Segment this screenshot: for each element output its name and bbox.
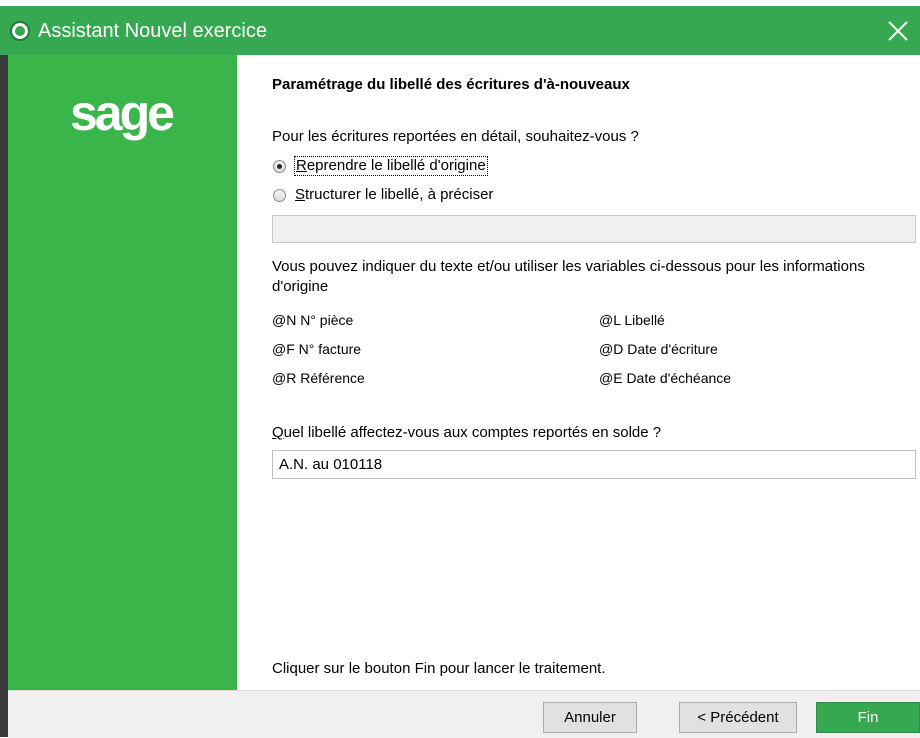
button-bar: Annuler < Précédent Fin	[8, 690, 920, 738]
variable-date-ecriture: @D Date d'écriture	[599, 341, 718, 357]
close-icon	[888, 21, 908, 41]
variable-libelle: @L Libellé	[599, 312, 665, 328]
structure-libelle-input	[272, 215, 916, 243]
option-reprendre-label: Reprendre le libellé d'origine	[294, 156, 488, 176]
page-heading: Paramétrage du libellé des écritures d'à…	[272, 76, 630, 93]
sage-logo: sage	[70, 85, 175, 141]
window-left-edge	[0, 55, 8, 737]
option-reprendre-libelle[interactable]: Reprendre le libellé d'origine	[273, 156, 488, 176]
sidebar: sage	[8, 55, 237, 690]
wizard-content: Paramétrage du libellé des écritures d'à…	[237, 55, 920, 690]
solde-question: Quel libellé affectez-vous aux comptes r…	[272, 424, 662, 441]
option-structurer-label: Structurer le libellé, à préciser	[295, 186, 494, 203]
variables-hint: Vous pouvez indiquer du texte et/ou util…	[272, 258, 865, 295]
variable-piece: @N N° pièce	[272, 312, 354, 328]
title-bar: Assistant Nouvel exercice	[0, 6, 920, 55]
solde-libelle-input[interactable]: A.N. au 010118	[272, 450, 916, 479]
window-title: Assistant Nouvel exercice	[38, 20, 267, 42]
radio-button[interactable]	[273, 188, 286, 202]
cancel-button[interactable]: Annuler	[543, 702, 637, 733]
previous-button[interactable]: < Précédent	[679, 702, 797, 733]
variable-reference: @R Référence	[272, 370, 365, 386]
footer-instruction: Cliquer sur le bouton Fin pour lancer le…	[272, 660, 606, 677]
finish-button[interactable]: Fin	[816, 702, 920, 733]
sage-app-icon	[10, 21, 30, 41]
close-button[interactable]	[876, 6, 920, 55]
radio-button-checked[interactable]	[273, 159, 286, 173]
detail-question: Pour les écritures reportées en détail, …	[272, 128, 639, 145]
variable-facture: @F N° facture	[272, 341, 362, 357]
option-structurer-libelle[interactable]: Structurer le libellé, à préciser	[273, 185, 493, 205]
variable-date-echeance: @E Date d'échéance	[599, 370, 732, 386]
